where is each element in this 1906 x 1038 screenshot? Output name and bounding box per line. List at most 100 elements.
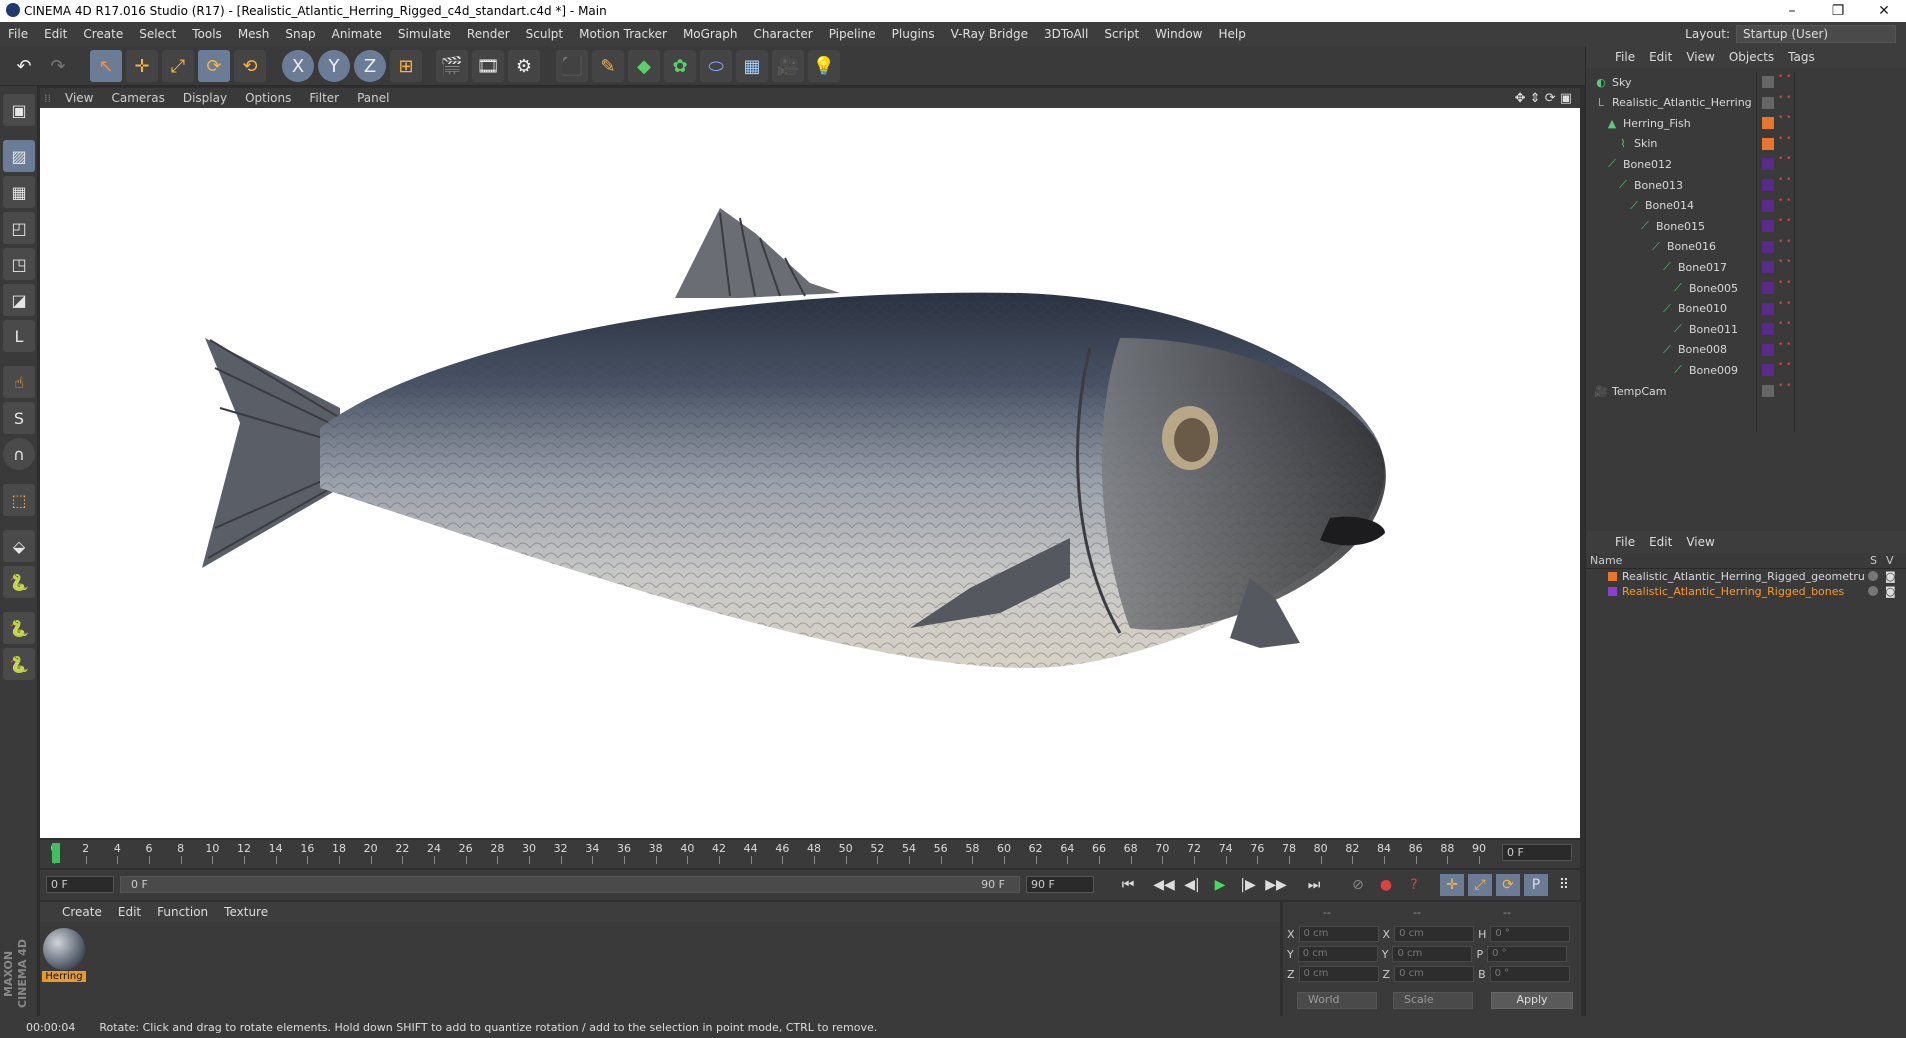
visibility-dots-icon[interactable]: • • bbox=[1778, 196, 1791, 205]
coordinate-system-icon[interactable]: ⊞ bbox=[390, 50, 422, 82]
model-mode-icon[interactable]: ▨ bbox=[3, 140, 35, 172]
menu-vray-bridge[interactable]: V-Ray Bridge bbox=[943, 27, 1036, 41]
floor-icon[interactable]: ▦ bbox=[736, 50, 768, 82]
goto-end-icon[interactable]: ⏭ bbox=[1302, 874, 1326, 896]
size-z-field[interactable]: 0 cm bbox=[1394, 966, 1475, 982]
render-settings-icon[interactable]: ⚙ bbox=[508, 50, 540, 82]
texture-mode-icon[interactable]: ▦ bbox=[3, 176, 35, 208]
menu-character[interactable]: Character bbox=[745, 27, 820, 41]
close-button[interactable]: ✕ bbox=[1862, 0, 1906, 22]
previous-frame-icon[interactable]: ◀| bbox=[1180, 874, 1204, 896]
motion-record-icon[interactable]: ⊘ bbox=[1346, 874, 1370, 896]
material-menu-create[interactable]: Create bbox=[54, 905, 110, 919]
menu-motion-tracker[interactable]: Motion Tracker bbox=[571, 27, 675, 41]
menu-select[interactable]: Select bbox=[131, 27, 184, 41]
edges-mode-icon[interactable]: ◪ bbox=[3, 284, 35, 316]
object-row[interactable]: ⟋ Bone013 bbox=[1616, 175, 1683, 195]
viewport-menu-cameras[interactable]: Cameras bbox=[102, 91, 173, 105]
rotation-b-field[interactable]: 0 ° bbox=[1489, 966, 1570, 982]
autokey-icon[interactable]: ? bbox=[1402, 874, 1426, 896]
menu-3dtoall[interactable]: 3DToAll bbox=[1036, 27, 1096, 41]
playhead-marker[interactable] bbox=[52, 843, 60, 863]
visibility-dots-icon[interactable]: • • bbox=[1778, 340, 1791, 349]
layers-menu-edit[interactable]: Edit bbox=[1642, 535, 1679, 549]
object-row[interactable]: ⟋ Bone016 bbox=[1649, 237, 1716, 257]
coordinate-space-dropdown[interactable]: World bbox=[1297, 992, 1377, 1009]
viewport-menu-view[interactable]: View bbox=[56, 91, 102, 105]
polygons-mode-icon[interactable]: L bbox=[3, 320, 35, 352]
key-position-icon[interactable]: ✛ bbox=[1440, 874, 1464, 896]
viewport-navigation-icon[interactable]: ✥ ⇕ ⟳ ▣ bbox=[1515, 91, 1572, 106]
key-pla-icon[interactable]: ⠿ bbox=[1552, 874, 1576, 896]
visibility-dots-icon[interactable]: • • bbox=[1778, 155, 1791, 164]
viewport-menu-options[interactable]: Options bbox=[236, 91, 300, 105]
minimize-button[interactable]: – bbox=[1770, 0, 1814, 22]
objects-menu-objects[interactable]: Objects bbox=[1722, 50, 1781, 64]
object-row[interactable]: ▲ Herring_Fish bbox=[1605, 113, 1691, 133]
key-parameter-icon[interactable]: P bbox=[1524, 874, 1548, 896]
recent-tool-icon[interactable]: ⟲ bbox=[234, 50, 266, 82]
object-layer-swatch[interactable] bbox=[1762, 96, 1774, 109]
object-layer-swatch[interactable] bbox=[1762, 385, 1774, 397]
layer-visibility-icon[interactable]: ◙ bbox=[1885, 585, 1896, 598]
scale-icon[interactable]: ⤢ bbox=[162, 50, 194, 82]
menu-script[interactable]: Script bbox=[1096, 27, 1147, 41]
object-row[interactable]: ⟋ Bone012 bbox=[1605, 154, 1672, 174]
object-layer-swatch[interactable] bbox=[1762, 179, 1774, 191]
menu-render[interactable]: Render bbox=[459, 27, 518, 41]
object-layer-swatch[interactable] bbox=[1762, 282, 1774, 294]
material-menu-edit[interactable]: Edit bbox=[110, 905, 149, 919]
rotation-p-field[interactable]: 0 ° bbox=[1487, 946, 1568, 962]
material-swatch[interactable]: Herring bbox=[42, 928, 86, 984]
object-row[interactable]: ◐ Sky bbox=[1594, 72, 1631, 92]
visibility-dots-icon[interactable]: • • bbox=[1778, 320, 1791, 329]
viewport-menu-display[interactable]: Display bbox=[174, 91, 236, 105]
object-layer-swatch[interactable] bbox=[1762, 137, 1774, 150]
camera-icon[interactable]: 🎥 bbox=[772, 50, 804, 82]
pen-spline-icon[interactable]: ✎ bbox=[592, 50, 624, 82]
redo-icon[interactable]: ↷ bbox=[42, 50, 74, 82]
visibility-dots-icon[interactable]: • • bbox=[1778, 176, 1791, 185]
tweak-mode-icon[interactable]: S bbox=[3, 402, 35, 434]
objects-menu-file[interactable]: File bbox=[1608, 50, 1642, 64]
key-scale-icon[interactable]: ⤢ bbox=[1468, 874, 1492, 896]
size-y-field[interactable]: 0 cm bbox=[1392, 946, 1473, 962]
key-rotation-icon[interactable]: ⟳ bbox=[1496, 874, 1520, 896]
goto-start-icon[interactable]: ⏮ bbox=[1116, 874, 1140, 896]
object-layer-swatch[interactable] bbox=[1762, 240, 1774, 253]
menu-file[interactable]: File bbox=[0, 27, 36, 41]
deformer-icon[interactable]: ⬭ bbox=[700, 50, 732, 82]
visibility-dots-icon[interactable]: • • bbox=[1778, 93, 1791, 102]
python-script-icon[interactable]: 🐍 bbox=[3, 612, 35, 644]
position-z-field[interactable]: 0 cm bbox=[1298, 966, 1379, 982]
visibility-dots-icon[interactable]: • • bbox=[1778, 361, 1791, 370]
axis-mode-icon[interactable]: ☝ bbox=[3, 366, 35, 398]
viewport-menu-panel[interactable]: Panel bbox=[348, 91, 398, 105]
play-icon[interactable]: ▶ bbox=[1208, 874, 1232, 896]
object-layer-swatch[interactable] bbox=[1762, 117, 1774, 130]
visibility-dots-icon[interactable]: • • bbox=[1778, 258, 1791, 267]
y-axis-lock-icon[interactable]: Y bbox=[318, 50, 350, 82]
object-row[interactable]: L Realistic_Atlantic_Herring bbox=[1594, 93, 1752, 113]
visibility-dots-icon[interactable]: • • bbox=[1778, 73, 1791, 82]
live-select-icon[interactable]: ↖ bbox=[90, 50, 122, 82]
object-layer-swatch[interactable] bbox=[1762, 364, 1774, 377]
position-y-field[interactable]: 0 cm bbox=[1297, 946, 1378, 962]
object-layer-swatch[interactable] bbox=[1762, 158, 1774, 171]
layers-menu-view[interactable]: View bbox=[1679, 535, 1721, 549]
end-frame-field[interactable]: 90 F bbox=[1026, 876, 1094, 893]
object-layer-swatch[interactable] bbox=[1762, 199, 1774, 212]
object-row[interactable]: 🎥 TempCam bbox=[1594, 381, 1666, 401]
visibility-dots-icon[interactable]: • • bbox=[1778, 237, 1791, 246]
next-key-icon[interactable]: ▶▶ bbox=[1264, 874, 1288, 896]
object-layer-swatch[interactable] bbox=[1762, 302, 1774, 315]
visibility-dots-icon[interactable]: • • bbox=[1778, 279, 1791, 288]
size-x-field[interactable]: 0 cm bbox=[1394, 926, 1475, 942]
object-layer-swatch[interactable] bbox=[1762, 343, 1774, 356]
object-layer-swatch[interactable] bbox=[1762, 76, 1774, 88]
snap-icon[interactable]: ⬚ bbox=[3, 484, 35, 516]
layer-solo-icon[interactable] bbox=[1868, 571, 1878, 581]
next-frame-icon[interactable]: |▶ bbox=[1236, 874, 1260, 896]
menu-animate[interactable]: Animate bbox=[324, 27, 390, 41]
object-layer-swatch[interactable] bbox=[1762, 261, 1774, 274]
